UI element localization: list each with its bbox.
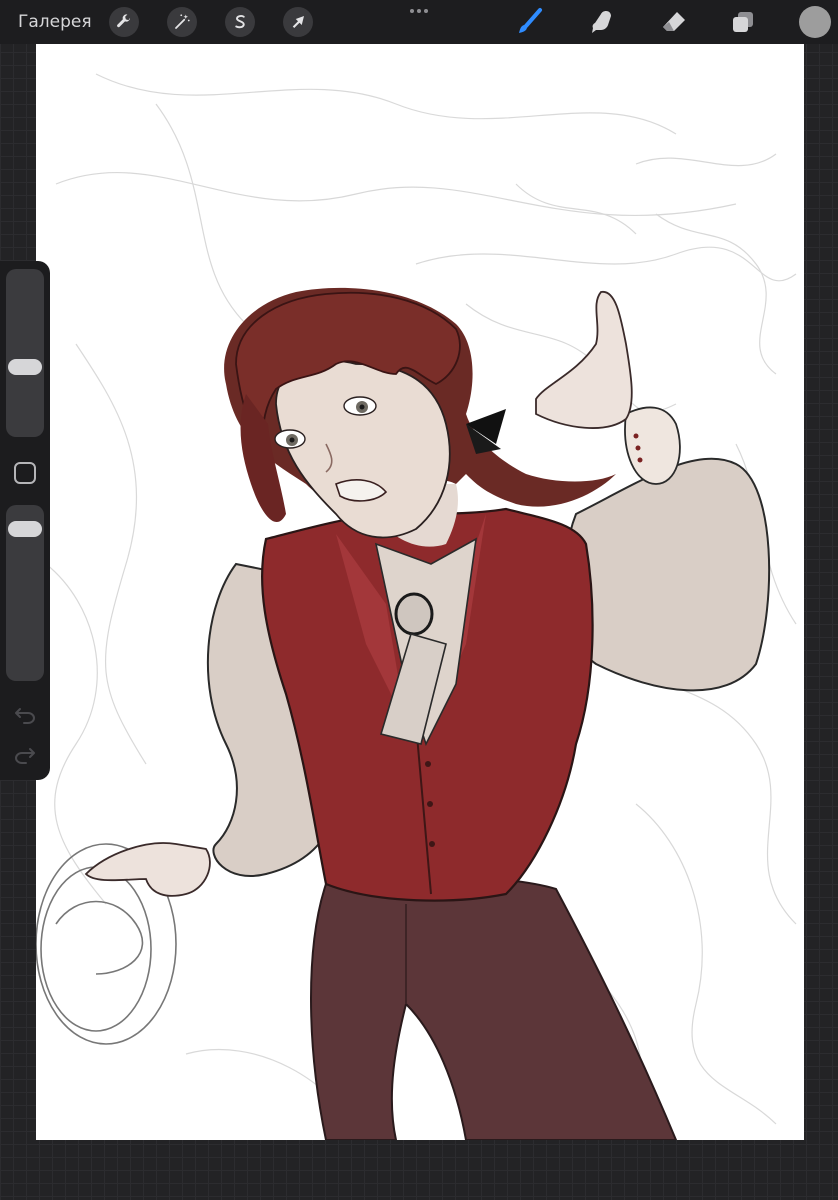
selection-s-icon (235, 15, 245, 29)
transform-button[interactable] (283, 7, 313, 37)
selection-button[interactable] (225, 7, 255, 37)
more-dots-icon[interactable] (404, 4, 434, 18)
wrench-icon (117, 14, 130, 28)
magic-wand-icon (175, 14, 190, 29)
arrow-cursor-icon (292, 16, 304, 28)
smudge-finger-icon (592, 11, 611, 33)
drawing-canvas[interactable] (36, 44, 804, 1140)
undo-arrow-icon (15, 708, 35, 724)
square-modify-icon[interactable] (14, 462, 36, 484)
redo-button[interactable] (12, 744, 38, 766)
layers-icon (733, 12, 753, 32)
smudge-button[interactable] (586, 6, 618, 38)
artwork-illustration (36, 73, 797, 1140)
left-sidebar (0, 261, 50, 780)
top-toolbar: Галерея (0, 0, 838, 44)
color-swatch-button[interactable] (799, 6, 831, 38)
eraser-icon (663, 12, 685, 31)
opacity-slider-knob[interactable] (8, 521, 42, 537)
brush-size-slider-knob[interactable] (8, 359, 42, 375)
brush-icon (519, 8, 542, 33)
brush-button[interactable] (514, 6, 546, 38)
actions-button[interactable] (109, 7, 139, 37)
layers-button[interactable] (727, 6, 759, 38)
redo-arrow-icon (15, 748, 35, 764)
brush-size-slider[interactable] (6, 269, 44, 437)
undo-button[interactable] (12, 704, 38, 726)
gallery-button[interactable]: Галерея (18, 10, 92, 34)
eraser-button[interactable] (658, 6, 690, 38)
adjustments-button[interactable] (167, 7, 197, 37)
